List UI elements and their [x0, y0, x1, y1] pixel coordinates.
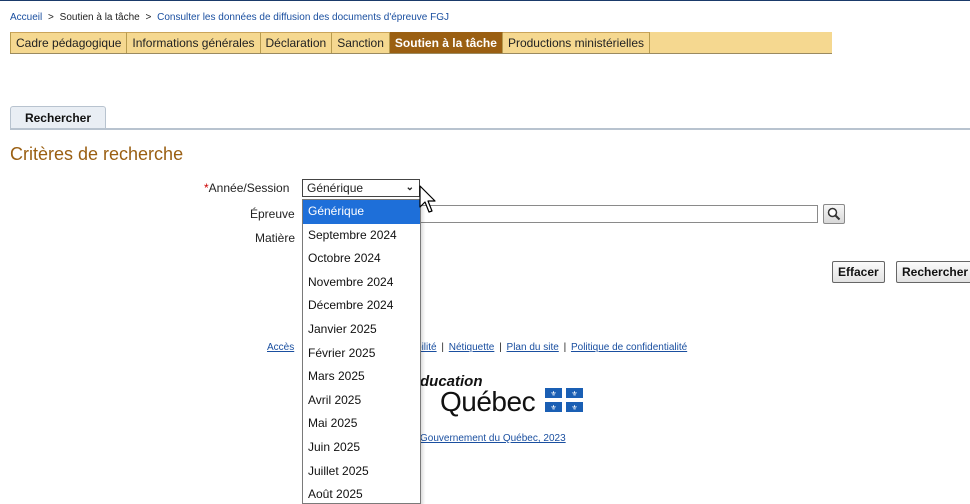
breadcrumb-separator: >	[145, 12, 152, 23]
breadcrumb-separator: >	[48, 12, 54, 23]
annee-session-label-text: Année/Session	[208, 181, 290, 195]
tab-rechercher[interactable]: Rechercher	[10, 106, 106, 128]
breadcrumb-page-link[interactable]: Consulter les données de diffusion des d…	[157, 12, 449, 23]
epreuve-label: Épreuve	[250, 207, 295, 221]
dropdown-option[interactable]: Juin 2025	[303, 436, 420, 460]
dropdown-option[interactable]: Août 2025	[303, 483, 420, 503]
svg-text:⚜: ⚜	[571, 390, 577, 398]
dropdown-option[interactable]: Avril 2025	[303, 389, 420, 413]
chevron-down-icon: ⌄	[405, 182, 414, 193]
annee-session-dropdown-list[interactable]: Générique Septembre 2024 Octobre 2024 No…	[302, 199, 421, 504]
annee-session-select[interactable]: Générique ⌄	[302, 179, 420, 197]
main-nav: Cadre pédagogique Informations générales…	[10, 32, 832, 54]
nav-tab-soutien-a-la-tache[interactable]: Soutien à la tâche	[389, 32, 503, 53]
dropdown-option[interactable]: Octobre 2024	[303, 247, 420, 271]
nav-tab-sanction[interactable]: Sanction	[332, 32, 390, 53]
matiere-label: Matière	[255, 231, 296, 245]
footer-copyright-link[interactable]: Gouvernement du Québec, 2023	[420, 433, 566, 444]
nav-tab-informations-generales[interactable]: Informations générales	[127, 32, 261, 53]
logo-quebec-text: Québec	[440, 386, 536, 417]
section-title: Critères de recherche	[10, 144, 184, 164]
magnifier-icon	[827, 207, 841, 221]
epreuve-lookup-button[interactable]	[823, 204, 845, 224]
breadcrumb-current-section: Soutien à la tâche	[59, 12, 140, 23]
dropdown-option[interactable]: Mars 2025	[303, 365, 420, 389]
footer-link-netiquette[interactable]: Nétiquette	[449, 342, 495, 353]
footer-link-accessibilite[interactable]: Accès	[267, 342, 294, 353]
tab-divider	[10, 128, 970, 130]
nav-tab-cadre-pedagogique[interactable]: Cadre pédagogique	[10, 32, 128, 53]
mouse-pointer-icon	[419, 185, 436, 213]
dropdown-option[interactable]: Générique	[303, 200, 420, 224]
dropdown-option[interactable]: Décembre 2024	[303, 294, 420, 318]
dropdown-option[interactable]: Janvier 2025	[303, 318, 420, 342]
breadcrumb: Accueil > Soutien à la tâche > Consulter…	[10, 12, 449, 23]
annee-session-label: *Année/Session	[204, 181, 289, 195]
dropdown-option[interactable]: Mai 2025	[303, 412, 420, 436]
dropdown-option[interactable]: Juillet 2025	[303, 460, 420, 484]
footer-link-politique-confidentialite[interactable]: Politique de confidentialité	[571, 342, 687, 353]
svg-text:⚜: ⚜	[550, 390, 556, 398]
breadcrumb-home-link[interactable]: Accueil	[10, 12, 42, 23]
svg-text:⚜: ⚜	[571, 404, 577, 412]
effacer-button[interactable]: Effacer	[832, 261, 885, 283]
svg-text:⚜: ⚜	[550, 404, 556, 412]
nav-tab-declaration[interactable]: Déclaration	[260, 32, 333, 53]
quebec-flag-icon: ⚜ ⚜ ⚜ ⚜	[545, 388, 583, 412]
dropdown-option[interactable]: Novembre 2024	[303, 271, 420, 295]
footer-link-plan-du-site[interactable]: Plan du site	[507, 342, 559, 353]
annee-session-selected-value: Générique	[307, 181, 364, 195]
rechercher-button[interactable]: Rechercher	[896, 261, 970, 283]
dropdown-option[interactable]: Février 2025	[303, 342, 420, 366]
dropdown-option[interactable]: Septembre 2024	[303, 224, 420, 248]
nav-tab-productions-ministerielles[interactable]: Productions ministérielles	[502, 32, 650, 53]
